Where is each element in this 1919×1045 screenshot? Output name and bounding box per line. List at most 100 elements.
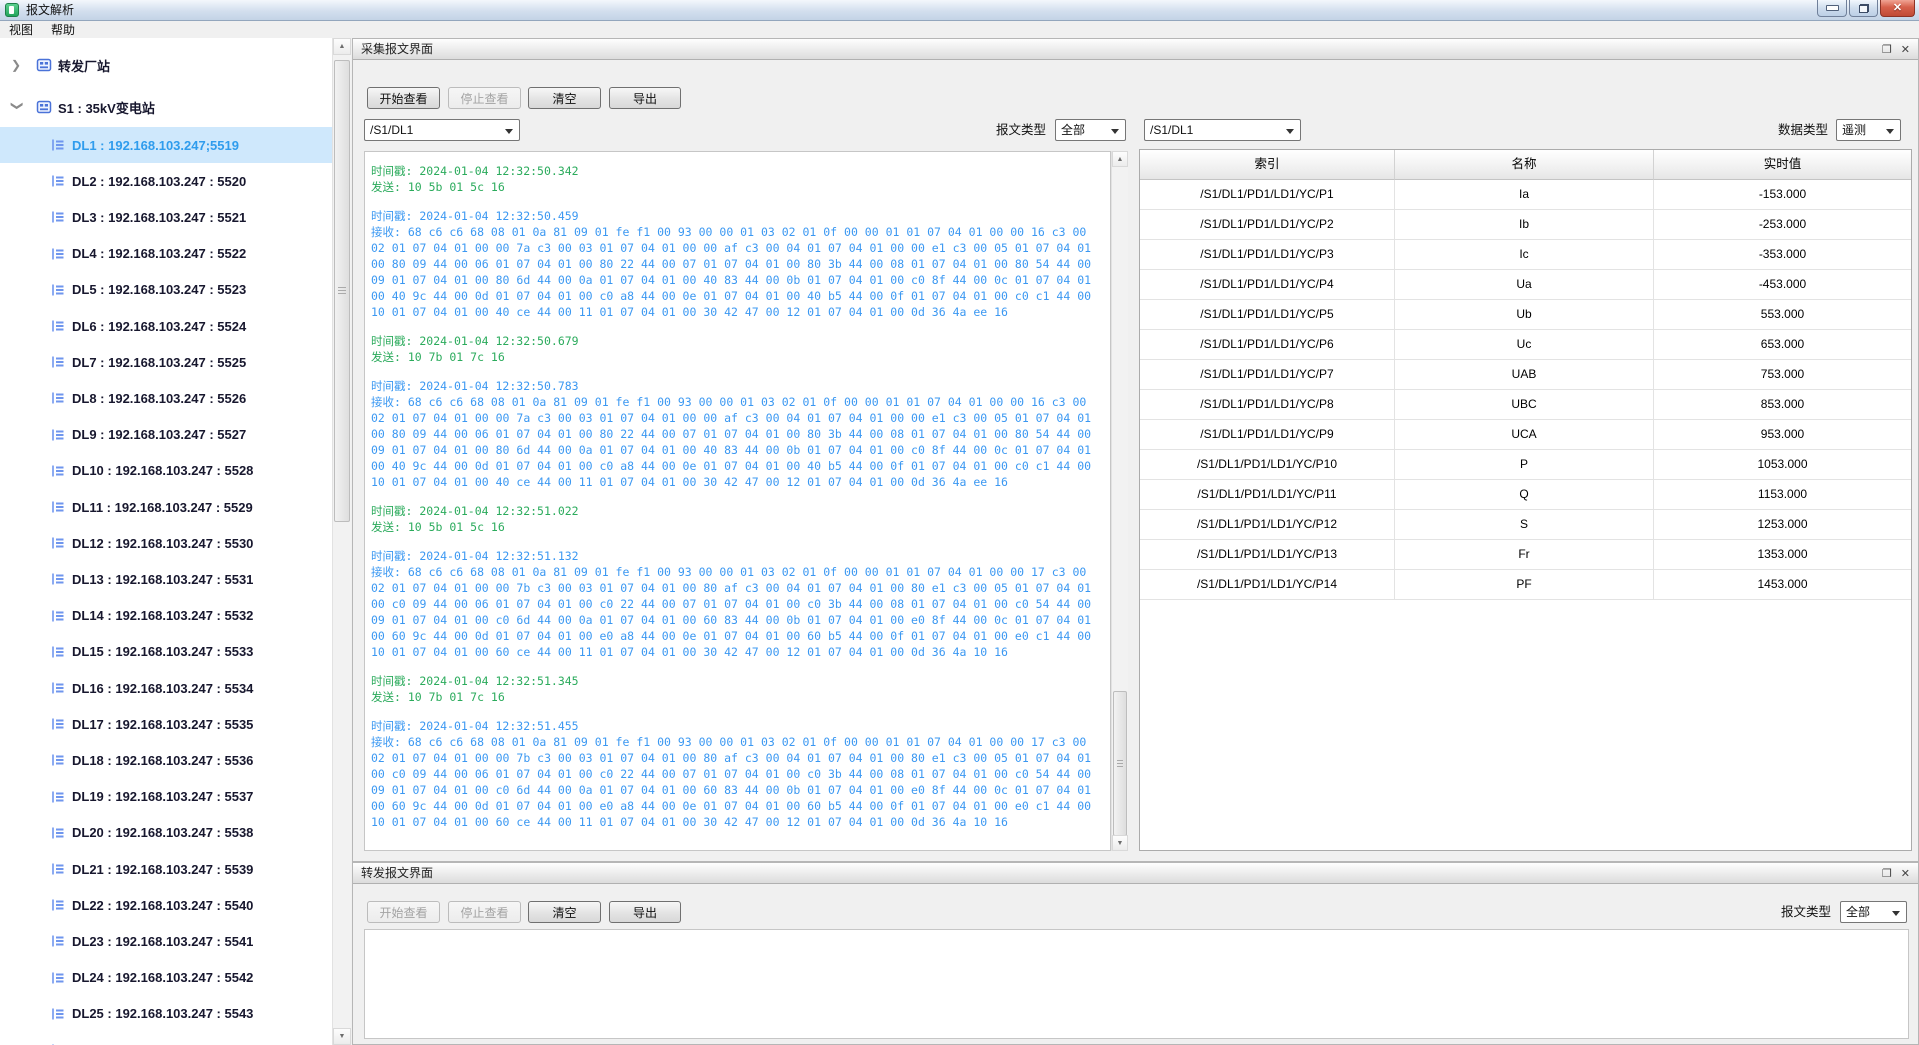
scroll-down-icon[interactable]: ▼	[333, 1028, 351, 1045]
scroll-up-icon[interactable]: ▲	[1112, 151, 1128, 167]
tree-device-item-23[interactable]: DL23 : 192.168.103.247 : 5541	[0, 923, 332, 959]
realtime-table: 索引名称实时值 /S1/DL1/PD1/LD1/YC/P1Ia-153.000/…	[1139, 149, 1912, 851]
timestamp-line: 时间戳: 2024-01-04 12:32:51.022	[371, 503, 1110, 519]
table-header-1[interactable]: 名称	[1395, 150, 1654, 180]
tree-device-item-5[interactable]: DL5 : 192.168.103.247 : 5523	[0, 272, 332, 308]
close-panel-icon[interactable]: ✕	[1901, 43, 1910, 56]
forward-message-log[interactable]	[364, 929, 1909, 1039]
clear-button[interactable]: 清空	[528, 87, 601, 109]
stop-view-button[interactable]: 停止查看	[448, 87, 521, 109]
msg-type-select[interactable]: 全部	[1055, 119, 1126, 141]
scroll-down-icon[interactable]: ▼	[1112, 835, 1128, 851]
table-row-8[interactable]: /S1/DL1/PD1/LD1/YC/P8UBC853.000	[1140, 390, 1911, 420]
chevron-right-icon[interactable]: ❯	[11, 58, 25, 72]
table-row-12[interactable]: /S1/DL1/PD1/LD1/YC/P12S1253.000	[1140, 510, 1911, 540]
tree-device-item-17[interactable]: DL17 : 192.168.103.247 : 5535	[0, 706, 332, 742]
table-header-0[interactable]: 索引	[1140, 150, 1395, 180]
sidebar-scrollbar[interactable]: ▲ ▼	[332, 38, 351, 1045]
tree-device-item-10[interactable]: DL10 : 192.168.103.247 : 5528	[0, 453, 332, 489]
message-scroll-thumb[interactable]	[1113, 691, 1127, 836]
tree-device-item-6[interactable]: DL6 : 192.168.103.247 : 5524	[0, 308, 332, 344]
index-cell: /S1/DL1/PD1/LD1/YC/P5	[1140, 300, 1395, 330]
table-row-4[interactable]: /S1/DL1/PD1/LD1/YC/P4Ua-453.000	[1140, 270, 1911, 300]
table-row-9[interactable]: /S1/DL1/PD1/LD1/YC/P9UCA953.000	[1140, 420, 1911, 450]
tree-device-item-14[interactable]: DL14 : 192.168.103.247 : 5532	[0, 598, 332, 634]
table-row-14[interactable]: /S1/DL1/PD1/LD1/YC/P14PF1453.000	[1140, 570, 1911, 600]
close-button[interactable]: ✕	[1880, 0, 1915, 17]
tree-device-label: DL4 : 192.168.103.247 : 5522	[72, 246, 246, 261]
tree-device-item-19[interactable]: DL19 : 192.168.103.247 : 5537	[0, 779, 332, 815]
tree-device-item-11[interactable]: DL11 : 192.168.103.247 : 5529	[0, 489, 332, 525]
tree-device-item-24[interactable]: DL24 : 192.168.103.247 : 5542	[0, 960, 332, 996]
index-cell: /S1/DL1/PD1/LD1/YC/P2	[1140, 210, 1395, 240]
chevron-down-icon[interactable]: ❯	[10, 101, 24, 115]
table-row-2[interactable]: /S1/DL1/PD1/LD1/YC/P2Ib-253.000	[1140, 210, 1911, 240]
index-cell: /S1/DL1/PD1/LD1/YC/P11	[1140, 480, 1395, 510]
table-device-select[interactable]: /S1/DL1	[1144, 119, 1301, 141]
tree-device-label: DL22 : 192.168.103.247 : 5540	[72, 898, 253, 913]
hex-data-line: 09 01 07 04 01 00 c0 6d 44 00 0a 01 07 0…	[371, 612, 1110, 628]
maximize-button[interactable]	[1849, 0, 1878, 17]
start-view-button[interactable]: 开始查看	[367, 87, 440, 109]
float-panel-icon[interactable]: ❐	[1882, 867, 1892, 880]
tree-device-item-8[interactable]: DL8 : 192.168.103.247 : 5526	[0, 380, 332, 416]
scroll-up-icon[interactable]: ▲	[333, 38, 351, 55]
table-row-1[interactable]: /S1/DL1/PD1/LD1/YC/P1Ia-153.000	[1140, 180, 1911, 210]
export-button[interactable]: 导出	[609, 87, 681, 109]
tree-device-item-1[interactable]: DL1 : 192.168.103.247;5519	[0, 127, 332, 163]
float-panel-icon[interactable]: ❐	[1882, 43, 1892, 56]
tree-device-item-9[interactable]: DL9 : 192.168.103.247 : 5527	[0, 417, 332, 453]
menu-item-1[interactable]: 帮助	[42, 22, 84, 39]
tree-device-item-26[interactable]: DL26 : 192.168.103.247 : 5544	[0, 1032, 332, 1045]
data-type-select[interactable]: 遥测	[1836, 119, 1901, 141]
name-cell: Ub	[1395, 300, 1654, 330]
table-row-5[interactable]: /S1/DL1/PD1/LD1/YC/P5Ub553.000	[1140, 300, 1911, 330]
collect-device-select[interactable]: /S1/DL1	[364, 119, 520, 141]
fwd-msg-type-select[interactable]: 全部	[1840, 901, 1907, 923]
message-received: 时间戳: 2024-01-04 12:32:51.132接收: 68 c6 c6…	[371, 548, 1110, 660]
close-panel-icon[interactable]: ✕	[1901, 867, 1910, 880]
hex-data-line: 09 01 07 04 01 00 c0 6d 44 00 0a 01 07 0…	[371, 782, 1110, 798]
tree-device-label: DL6 : 192.168.103.247 : 5524	[72, 319, 246, 334]
start-view-button[interactable]: 开始查看	[367, 901, 440, 923]
clear-button[interactable]: 清空	[528, 901, 601, 923]
table-row-13[interactable]: /S1/DL1/PD1/LD1/YC/P13Fr1353.000	[1140, 540, 1911, 570]
table-row-6[interactable]: /S1/DL1/PD1/LD1/YC/P6Uc653.000	[1140, 330, 1911, 360]
tree-root-item-0[interactable]: ❯转发厂站	[0, 47, 332, 83]
message-log-scrollbar[interactable]: ▲ ▼	[1111, 151, 1128, 851]
hex-data-line-first: 接收: 68 c6 c6 68 08 01 0a 81 09 01 fe f1 …	[371, 734, 1110, 750]
export-button[interactable]: 导出	[609, 901, 681, 923]
stop-view-button[interactable]: 停止查看	[448, 901, 521, 923]
tree-device-item-20[interactable]: DL20 : 192.168.103.247 : 5538	[0, 815, 332, 851]
tree-device-item-18[interactable]: DL18 : 192.168.103.247 : 5536	[0, 742, 332, 778]
message-received: 时间戳: 2024-01-04 12:32:51.455接收: 68 c6 c6…	[371, 718, 1110, 830]
minimize-button[interactable]	[1817, 0, 1847, 17]
device-list-icon	[50, 535, 66, 551]
hex-data-line: 09 01 07 04 01 00 80 6d 44 00 0a 01 07 0…	[371, 442, 1110, 458]
table-header-2[interactable]: 实时值	[1654, 150, 1911, 180]
tree-device-item-13[interactable]: DL13 : 192.168.103.247 : 5531	[0, 561, 332, 597]
hex-data-line: 00 40 9c 44 00 0d 01 07 04 01 00 c0 a8 4…	[371, 458, 1110, 474]
tree-device-item-16[interactable]: DL16 : 192.168.103.247 : 5534	[0, 670, 332, 706]
menu-item-0[interactable]: 视图	[0, 22, 42, 39]
table-row-10[interactable]: /S1/DL1/PD1/LD1/YC/P10P1053.000	[1140, 450, 1911, 480]
tree-device-item-25[interactable]: DL25 : 192.168.103.247 : 5543	[0, 996, 332, 1032]
tree-root-item-1[interactable]: ❯S1 : 35kV变电站	[0, 89, 332, 125]
tree-device-item-15[interactable]: DL15 : 192.168.103.247 : 5533	[0, 634, 332, 670]
table-row-7[interactable]: /S1/DL1/PD1/LD1/YC/P7UAB753.000	[1140, 360, 1911, 390]
message-log[interactable]: 时间戳: 2024-01-04 12:32:50.342发送: 10 5b 01…	[364, 151, 1111, 851]
tree-device-label: DL18 : 192.168.103.247 : 5536	[72, 753, 253, 768]
table-row-3[interactable]: /S1/DL1/PD1/LD1/YC/P3Ic-353.000	[1140, 240, 1911, 270]
tree-device-item-3[interactable]: DL3 : 192.168.103.247 : 5521	[0, 199, 332, 235]
sidebar-scroll-thumb[interactable]	[334, 60, 350, 522]
tree-device-item-7[interactable]: DL7 : 192.168.103.247 : 5525	[0, 344, 332, 380]
forward-panel: 转发报文界面 ❐ ✕ 开始查看停止查看清空导出 报文类型 全部	[352, 862, 1919, 1045]
tree-device-item-2[interactable]: DL2 : 192.168.103.247 : 5520	[0, 163, 332, 199]
tree-device-item-4[interactable]: DL4 : 192.168.103.247 : 5522	[0, 236, 332, 272]
tree-device-item-21[interactable]: DL21 : 192.168.103.247 : 5539	[0, 851, 332, 887]
tree-device-item-12[interactable]: DL12 : 192.168.103.247 : 5530	[0, 525, 332, 561]
tree-device-item-22[interactable]: DL22 : 192.168.103.247 : 5540	[0, 887, 332, 923]
tree-device-label: DL16 : 192.168.103.247 : 5534	[72, 681, 253, 696]
table-row-11[interactable]: /S1/DL1/PD1/LD1/YC/P11Q1153.000	[1140, 480, 1911, 510]
index-cell: /S1/DL1/PD1/LD1/YC/P10	[1140, 450, 1395, 480]
